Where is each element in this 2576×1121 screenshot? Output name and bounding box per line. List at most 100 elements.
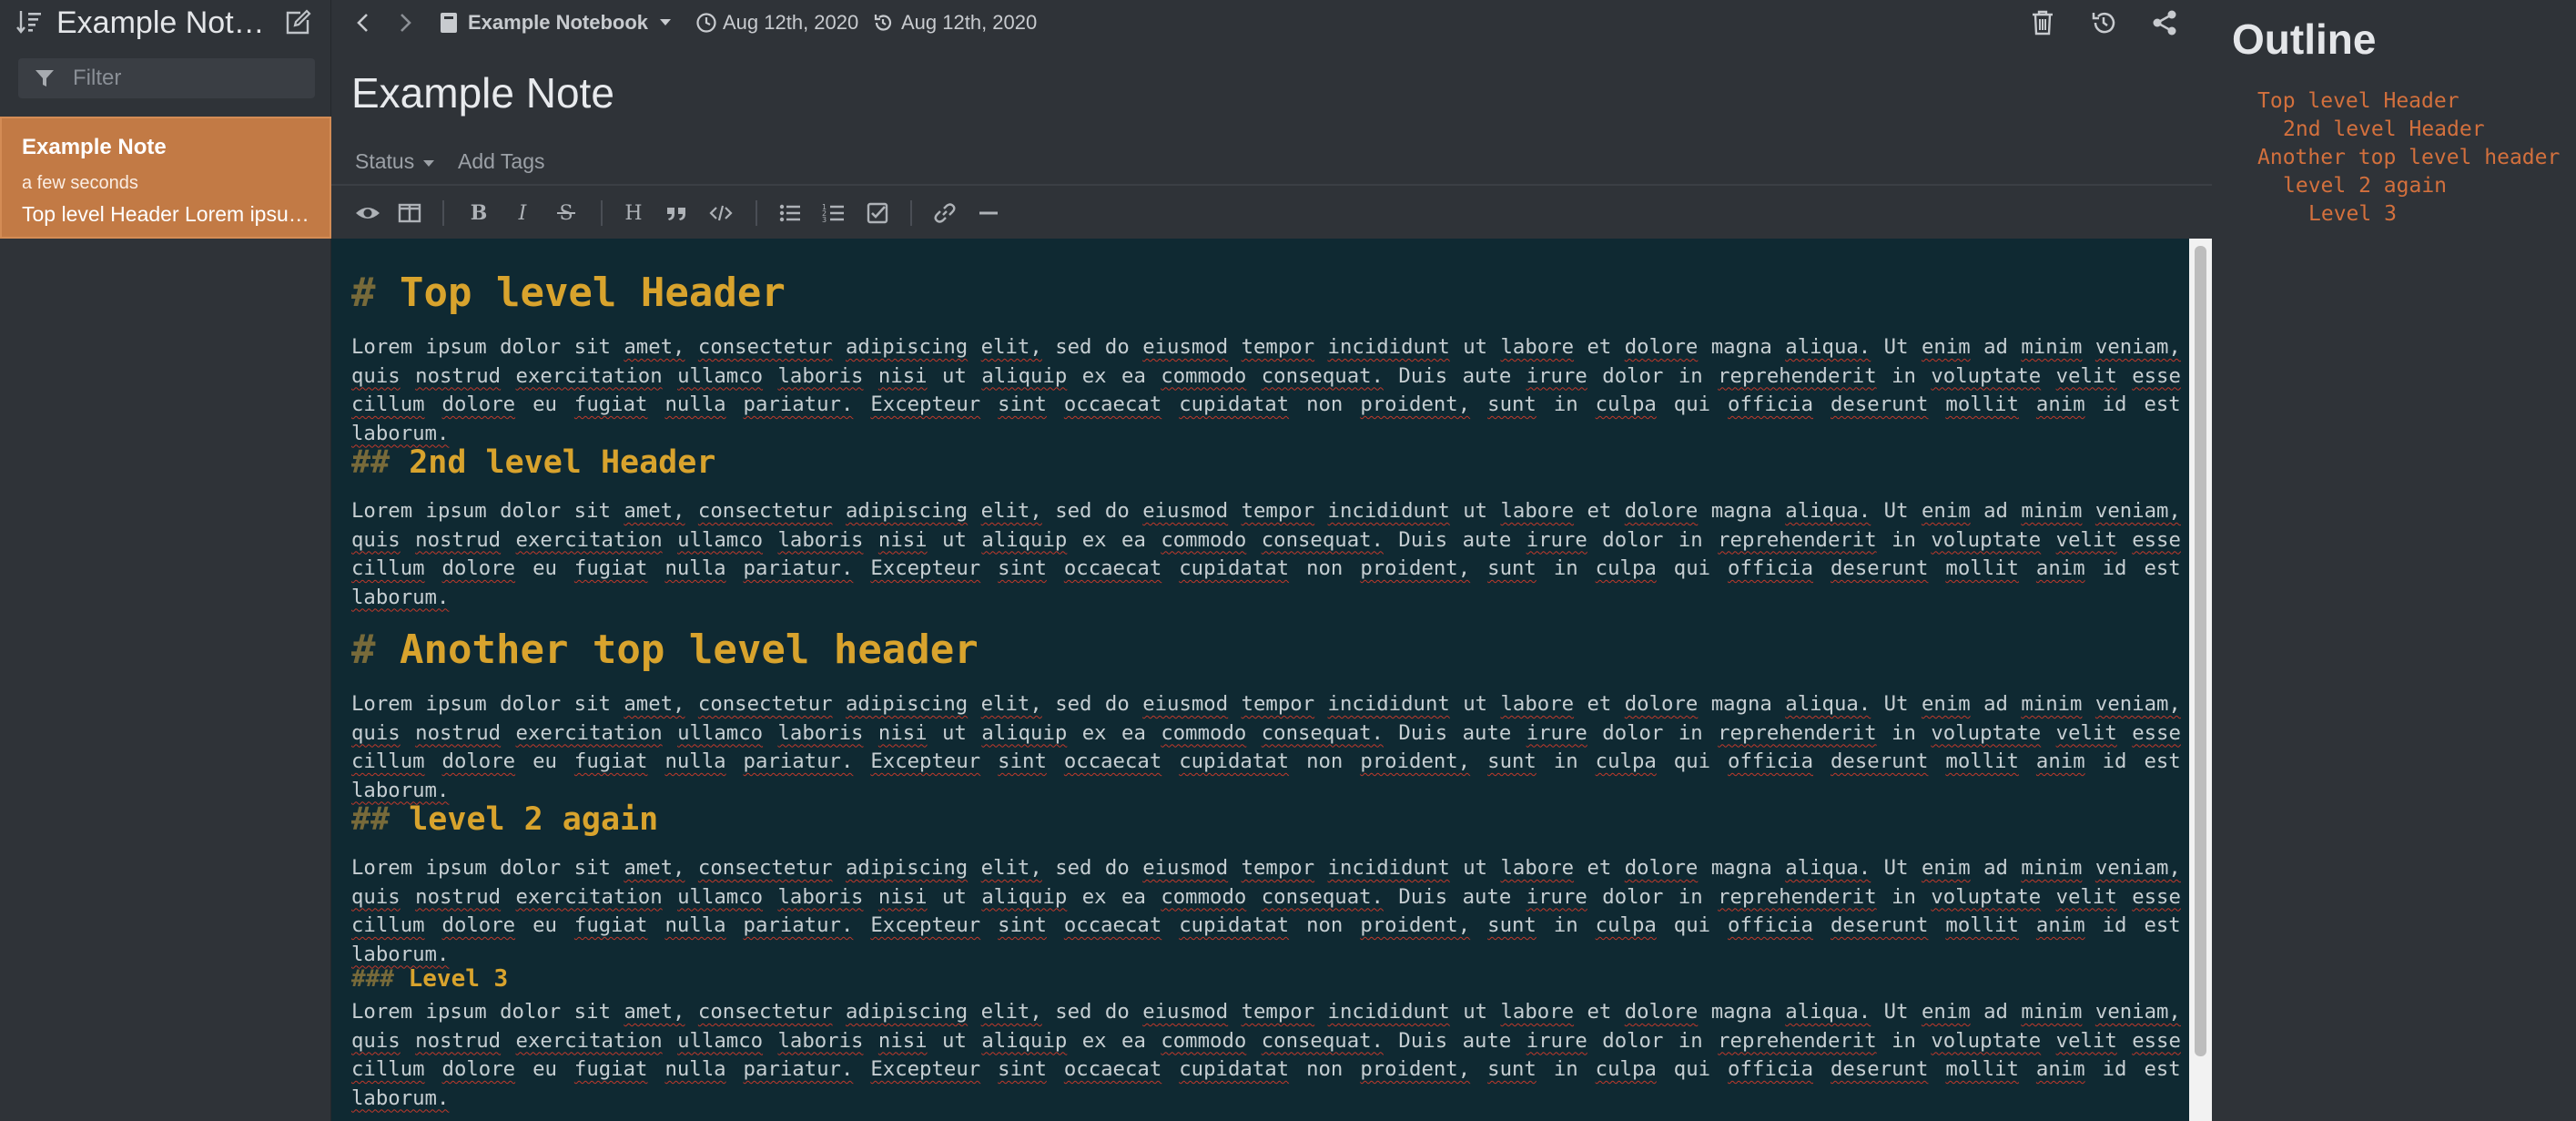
editor-word: laborum. [351, 778, 450, 802]
editor-word: quis [351, 884, 401, 909]
editor-word: Duis [1398, 363, 1448, 388]
editor-word: fugiat [573, 913, 648, 937]
editor-word: nostrud [415, 363, 502, 388]
markdown-editor[interactable]: # Top level Header Lorem ipsum dolor sit… [331, 239, 2212, 1121]
editor-word: adipiscing [845, 1000, 969, 1024]
quote-icon[interactable] [664, 200, 690, 226]
preview-icon[interactable] [355, 200, 380, 226]
editor-word: culpa [1595, 556, 1657, 580]
heading-icon[interactable]: H [621, 200, 646, 226]
editor-word: magna [1710, 335, 1772, 359]
note-list-item[interactable]: Example Note a few seconds Top level Hea… [0, 117, 331, 239]
editor-word: nisi [877, 720, 928, 745]
editor-word: culpa [1595, 913, 1657, 937]
editor-word: laboris [777, 720, 864, 745]
editor-word: minim [2021, 1000, 2083, 1024]
editor-word: ipsum [425, 499, 487, 523]
sort-icon[interactable] [16, 8, 44, 36]
forward-icon[interactable] [393, 11, 417, 35]
editor-word: in [1678, 527, 1703, 552]
numbered-list-icon[interactable]: 1 2 3 [821, 200, 847, 226]
editor-word: labore [1500, 335, 1575, 359]
restore-icon[interactable] [2090, 9, 2117, 36]
editor-word: Excepteur [870, 1057, 981, 1081]
editor-word: in [1553, 1057, 1578, 1081]
outline-item[interactable]: Top level Header [2257, 87, 2459, 115]
editor-word: qui [1673, 913, 1711, 937]
caret-down-icon [422, 159, 434, 167]
code-icon[interactable] [708, 200, 734, 226]
editor-word: nulla [664, 913, 726, 937]
editor-word: ut [942, 1028, 967, 1053]
back-icon[interactable] [351, 11, 375, 35]
editor-word: dolore [1624, 335, 1699, 359]
editor-word: veniam, [2094, 856, 2181, 880]
editor-word: elit, [980, 692, 1042, 716]
editor-word: incididunt [1327, 499, 1450, 523]
editor-word: aliquip [981, 884, 1068, 909]
outline-item[interactable]: 2nd level Header [2283, 116, 2485, 143]
editor-word: in [1678, 363, 1703, 388]
editor-word: officia [1728, 392, 1814, 416]
bold-icon[interactable]: B [466, 200, 492, 226]
editor-word: pariatur. [743, 749, 854, 773]
editor-word: Lorem [351, 692, 413, 716]
editor-word: aute [1462, 1028, 1512, 1053]
editor-word: ipsum [425, 1000, 487, 1024]
outline-item[interactable]: Level 3 [2308, 200, 2397, 228]
editor-word: proident, [1360, 749, 1471, 773]
link-icon[interactable] [932, 200, 958, 226]
editor-word: do [1104, 1000, 1130, 1024]
editor-word: eu [532, 913, 557, 937]
strikethrough-icon[interactable]: S [553, 200, 579, 226]
edit-icon[interactable] [282, 7, 313, 38]
editor-word: culpa [1595, 749, 1657, 773]
editor-word: exercitation [515, 884, 663, 909]
italic-icon[interactable]: I [510, 200, 535, 226]
editor-word: Lorem [351, 1000, 413, 1024]
add-tags-button[interactable]: Add Tags [458, 149, 544, 174]
editor-word: anim [2035, 556, 2085, 580]
editor-word: adipiscing [845, 692, 969, 716]
filter-input[interactable] [71, 64, 308, 93]
editor-word: incididunt [1327, 335, 1450, 359]
editor-word: laboris [777, 527, 864, 552]
editor-scrollbar[interactable] [2189, 239, 2212, 1121]
editor-word: consequat. [1261, 363, 1384, 388]
editor-word: cupidatat [1179, 392, 1290, 416]
editor-word: in [1553, 392, 1578, 416]
trash-icon[interactable] [2030, 9, 2055, 36]
scrollbar-thumb[interactable] [2195, 246, 2206, 1056]
editor-word: Ut [1883, 335, 1909, 359]
editor-word: dolore [1624, 856, 1699, 880]
caret-down-icon [660, 19, 671, 25]
svg-text:H: H [624, 202, 642, 225]
editor-word: ipsum [425, 335, 487, 359]
editor-word: est [2144, 392, 2181, 416]
editor-word: Duis [1398, 720, 1448, 745]
editor-word: anim [2035, 913, 2085, 937]
editor-word: dolor [1602, 1028, 1664, 1053]
split-view-icon[interactable] [397, 200, 422, 226]
outline-item[interactable]: Another top level header [2257, 144, 2560, 171]
editor-word: eiusmod [1142, 499, 1229, 523]
note-title[interactable]: Example Note [351, 67, 614, 118]
outline-item[interactable]: level 2 again [2283, 172, 2447, 199]
editor-word: elit, [980, 1000, 1042, 1024]
editor-word: dolore [1624, 1000, 1699, 1024]
editor-heading-1: # Another top level header [351, 627, 979, 673]
horizontal-rule-icon[interactable] [976, 200, 1001, 226]
bullet-list-icon[interactable] [777, 200, 803, 226]
checklist-icon[interactable] [865, 200, 890, 226]
editor-word: laboris [777, 1028, 864, 1053]
editor-word: mollit [1945, 1057, 2019, 1081]
status-dropdown[interactable]: Status [355, 149, 435, 174]
editor-word: qui [1673, 392, 1711, 416]
editor-word: sit [573, 335, 611, 359]
editor-word: dolore [441, 913, 516, 937]
editor-word: ex [1081, 720, 1107, 745]
editor-word: adipiscing [845, 499, 969, 523]
share-icon[interactable] [2152, 9, 2177, 36]
editor-word: irure [1526, 1028, 1587, 1053]
editor-word: Excepteur [870, 556, 981, 580]
